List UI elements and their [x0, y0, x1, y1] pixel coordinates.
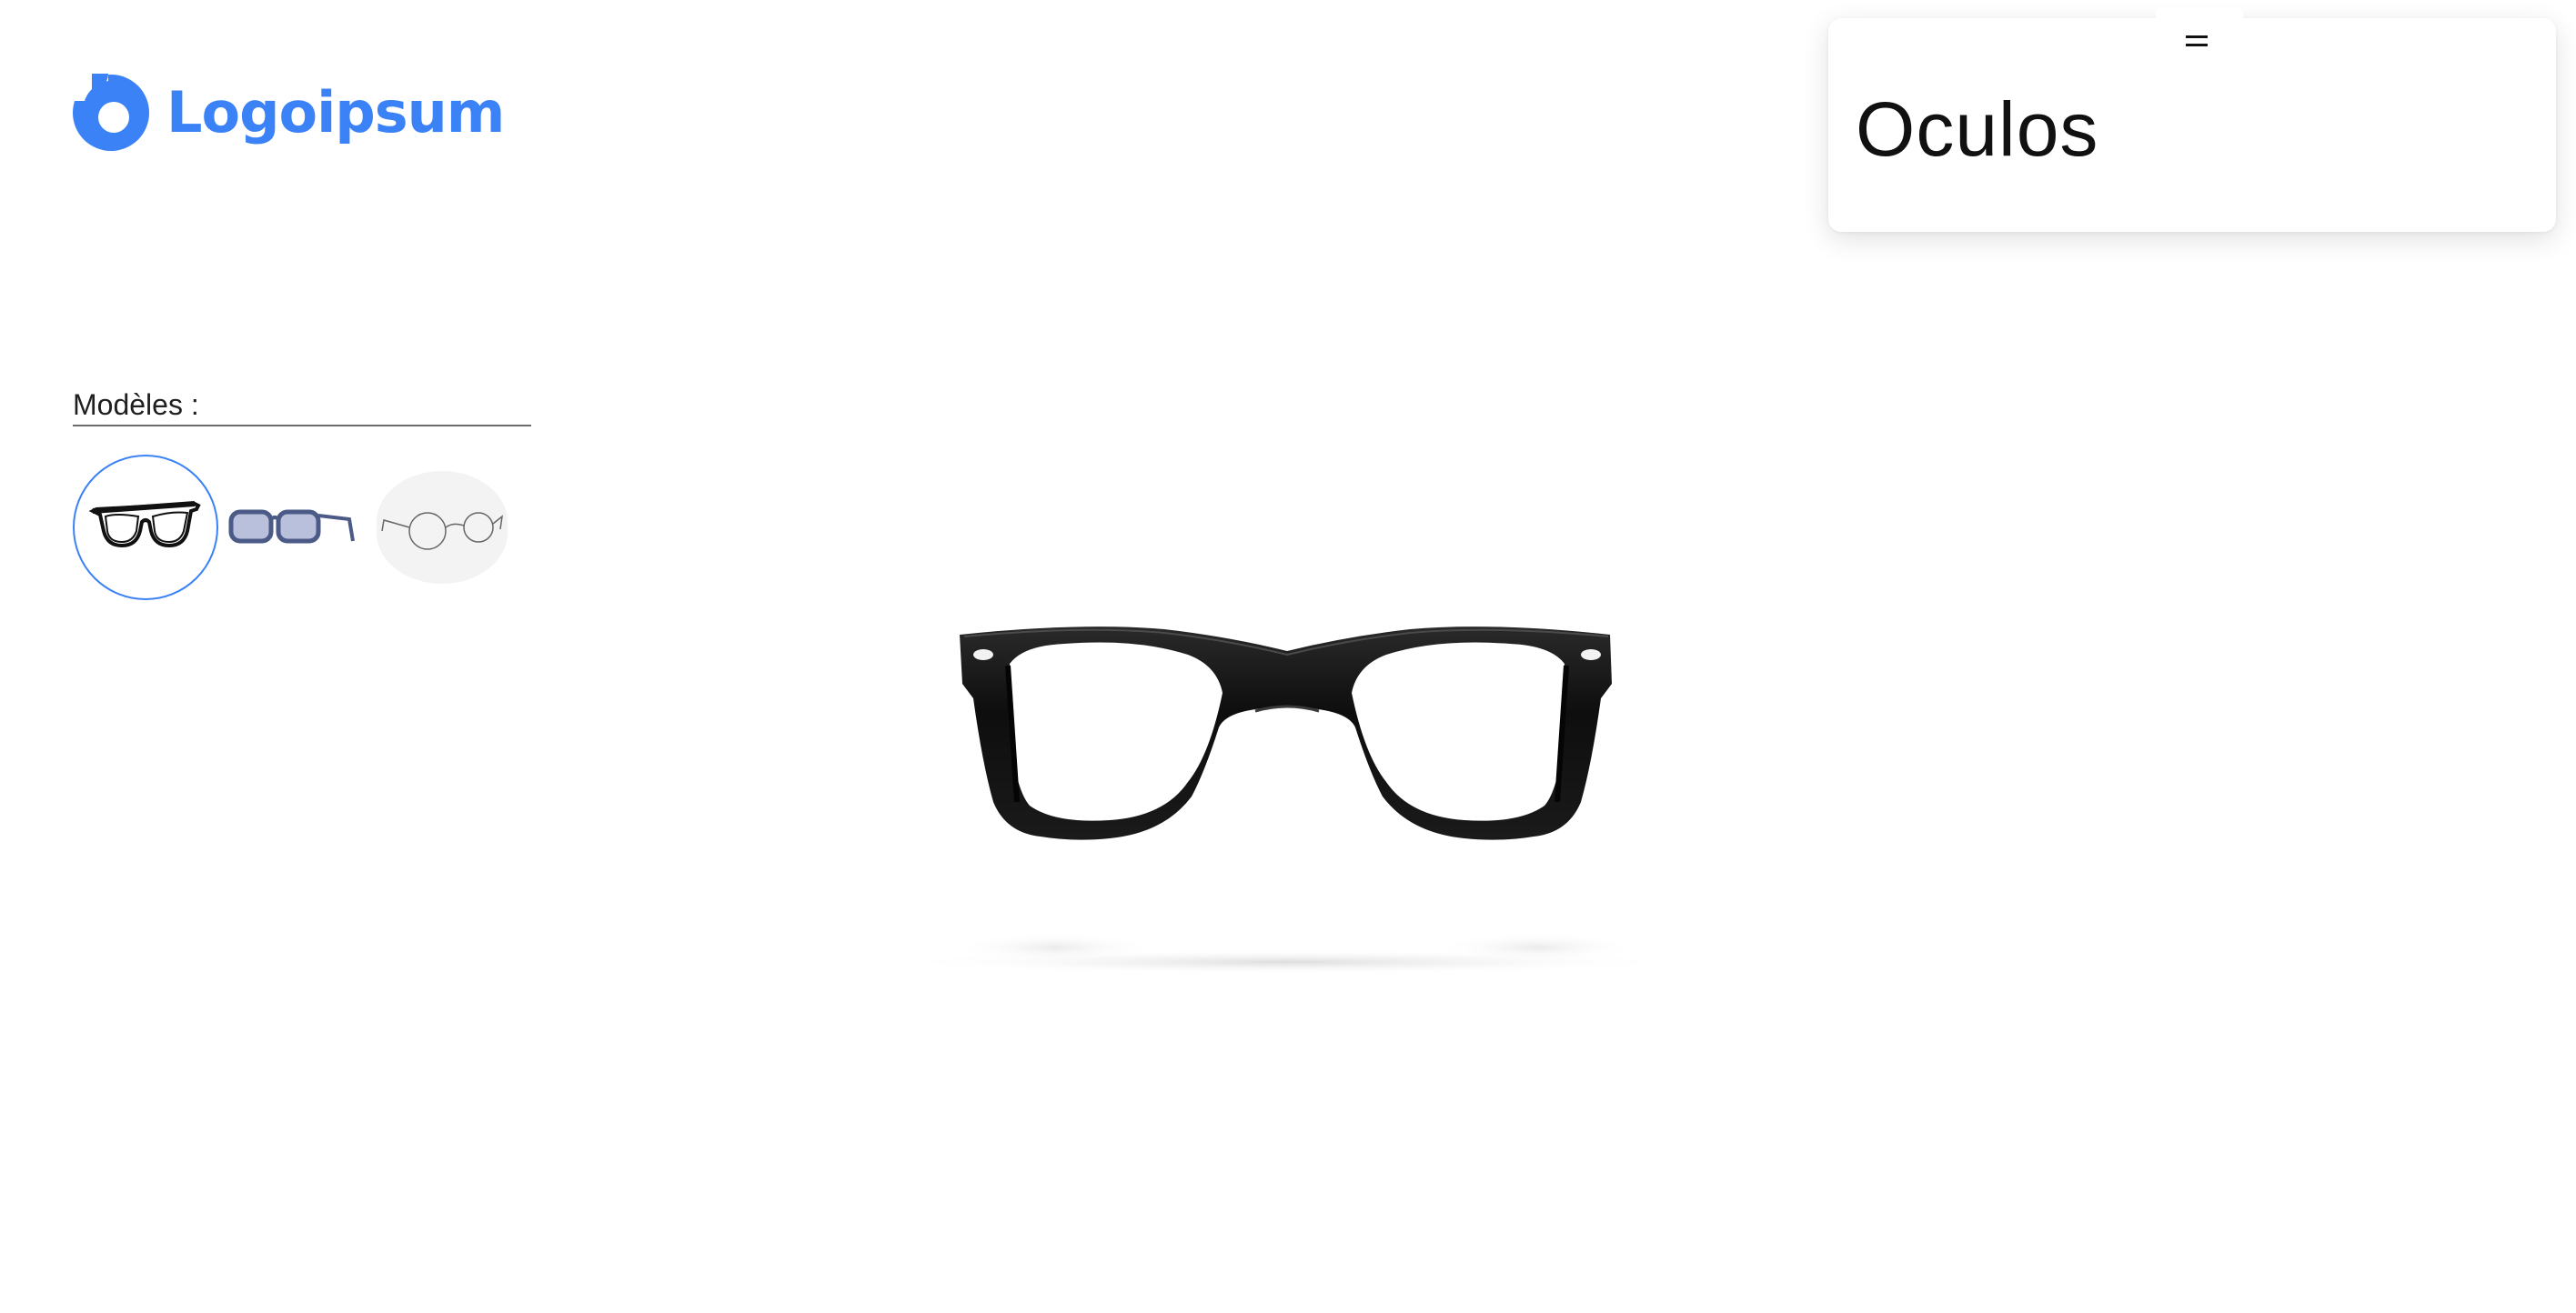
- model-option-wire-round[interactable]: [377, 471, 508, 584]
- brand-name: Logoipsum: [166, 79, 505, 145]
- glasses-viewer[interactable]: [864, 591, 1710, 991]
- blue-rectangle-glasses-icon: [228, 509, 355, 544]
- black-wayfarer-glasses-3d: [887, 626, 1687, 975]
- app-stage: Logoipsum Modèles : Oculos: [0, 0, 2576, 1313]
- wire-round-glasses-icon: [381, 512, 504, 550]
- brand-logo[interactable]: Logoipsum: [72, 74, 505, 152]
- info-panel: Oculos: [1828, 7, 2556, 232]
- panel-title: Oculos: [1856, 86, 2099, 172]
- hamburger-menu-icon[interactable]: [2181, 27, 2212, 55]
- logo-mark-icon: [72, 74, 149, 151]
- model-option-blue-rectangle[interactable]: [220, 455, 366, 600]
- models-label: Modèles :: [73, 388, 531, 427]
- models-list: [73, 455, 509, 600]
- black-wayfarer-glasses-icon: [89, 501, 201, 548]
- model-option-wayfarer[interactable]: [73, 455, 218, 600]
